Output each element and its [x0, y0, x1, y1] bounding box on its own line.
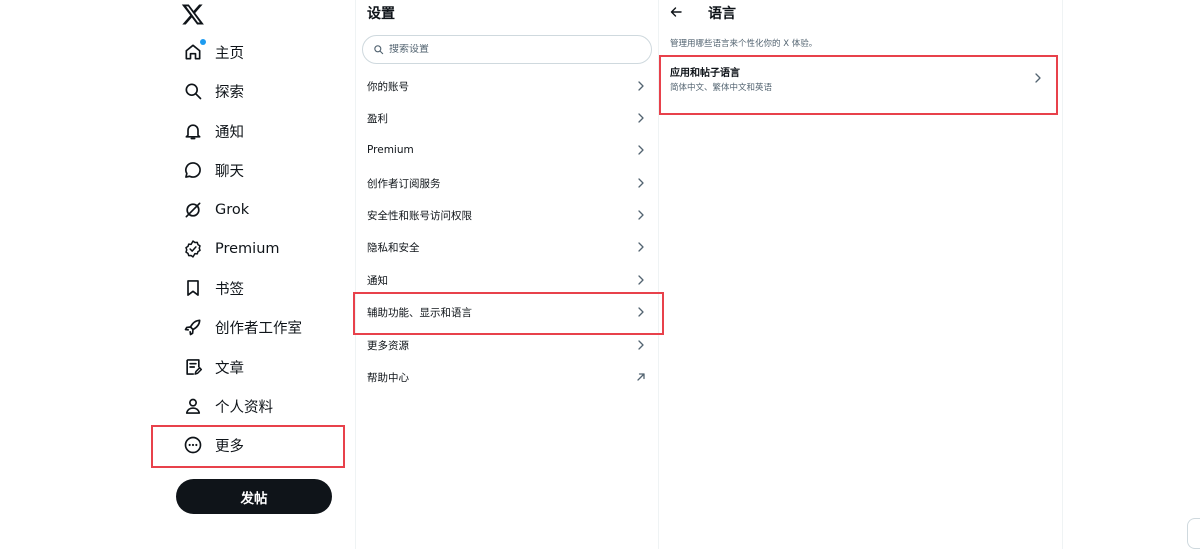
- left-navigation: 主页 探索 通知 聊天 Grok Premium 书签 创作者工作室 文章 个人…: [0, 0, 356, 549]
- settings-item-label: 你的账号: [367, 80, 409, 93]
- verified-badge-icon: [183, 239, 203, 259]
- chevron-right-icon: [636, 210, 646, 220]
- settings-search-box[interactable]: [362, 35, 652, 64]
- more-circle-icon: [183, 435, 203, 455]
- settings-item-label: 帮助中心: [367, 371, 409, 384]
- chevron-right-icon: [1033, 73, 1043, 83]
- settings-search-input[interactable]: [389, 44, 629, 55]
- nav-item-grok[interactable]: Grok: [183, 195, 249, 225]
- settings-item-label: 盈利: [367, 112, 388, 125]
- app-post-languages-title: 应用和帖子语言: [670, 67, 740, 79]
- x-logo-icon[interactable]: [181, 2, 205, 26]
- settings-item-premium[interactable]: Premium: [356, 134, 658, 166]
- chevron-right-icon: [636, 178, 646, 188]
- settings-item-your-account[interactable]: 你的账号: [356, 70, 658, 102]
- settings-item-label: 辅助功能、显示和语言: [367, 306, 472, 319]
- rocket-icon: [183, 317, 203, 337]
- external-link-arrow-icon: [636, 372, 646, 382]
- settings-item-label: 安全性和账号访问权限: [367, 209, 472, 222]
- settings-item-notifications[interactable]: 通知: [356, 264, 658, 296]
- bell-icon: [183, 121, 203, 141]
- nav-item-explore[interactable]: 探索: [183, 76, 244, 106]
- search-icon: [183, 81, 203, 101]
- arrow-left-icon: [670, 6, 682, 18]
- chevron-right-icon: [636, 242, 646, 252]
- nav-label-home: 主页: [215, 45, 244, 62]
- nav-item-chat[interactable]: 聊天: [183, 155, 244, 185]
- chevron-right-icon: [636, 307, 646, 317]
- chevron-right-icon: [636, 81, 646, 91]
- settings-panel: 设置 你的账号 盈利 Premium 创作者订阅服务 安全性和账号访问权限: [356, 0, 659, 549]
- app-post-languages-row[interactable]: 应用和帖子语言 简体中文、繁体中文和英语: [659, 58, 1057, 98]
- settings-item-label: 更多资源: [367, 339, 409, 352]
- settings-item-creator-subscriptions[interactable]: 创作者订阅服务: [356, 167, 658, 199]
- nav-item-notifications[interactable]: 通知: [183, 116, 244, 146]
- nav-label-notifications: 通知: [215, 124, 244, 141]
- chat-bubble-icon: [183, 160, 203, 180]
- nav-label-grok: Grok: [215, 202, 250, 218]
- settings-item-label: 创作者订阅服务: [367, 177, 441, 190]
- settings-item-label: 隐私和安全: [367, 241, 420, 254]
- chevron-right-icon: [636, 340, 646, 350]
- app-post-languages-text: 应用和帖子语言 简体中文、繁体中文和英语: [670, 64, 772, 93]
- settings-item-monetization[interactable]: 盈利: [356, 102, 658, 134]
- app-post-languages-subtitle: 简体中文、繁体中文和英语: [670, 82, 773, 93]
- settings-item-help-center[interactable]: 帮助中心: [356, 361, 658, 393]
- search-icon: [373, 44, 384, 55]
- side-tab-widget[interactable]: [1187, 518, 1200, 549]
- chevron-right-icon: [636, 275, 646, 285]
- nav-label-articles: 文章: [215, 360, 244, 377]
- home-icon: [183, 39, 206, 62]
- nav-item-home[interactable]: 主页: [183, 37, 244, 67]
- post-button[interactable]: 发帖: [176, 479, 332, 514]
- nav-item-profile[interactable]: 个人资料: [183, 391, 273, 421]
- settings-item-security-access[interactable]: 安全性和账号访问权限: [356, 199, 658, 231]
- settings-item-accessibility-display-languages[interactable]: 辅助功能、显示和语言: [356, 296, 658, 328]
- settings-item-label: Premium: [367, 144, 414, 156]
- nav-label-explore: 探索: [215, 84, 244, 101]
- nav-label-premium: Premium: [215, 241, 280, 257]
- settings-item-additional-resources[interactable]: 更多资源: [356, 329, 658, 361]
- bookmark-icon: [183, 278, 203, 298]
- article-icon: [183, 357, 203, 377]
- nav-item-creator-studio[interactable]: 创作者工作室: [183, 312, 302, 342]
- nav-label-bookmarks: 书签: [215, 281, 244, 298]
- grok-icon: [183, 200, 203, 220]
- nav-label-more: 更多: [215, 438, 244, 455]
- chevron-right-icon: [636, 113, 646, 123]
- nav-label-profile: 个人资料: [215, 399, 273, 416]
- language-title: 语言: [708, 6, 736, 22]
- settings-item-label: 通知: [367, 274, 388, 287]
- language-description: 管理用哪些语言来个性化你的 X 体验。: [670, 39, 818, 49]
- nav-item-articles[interactable]: 文章: [183, 352, 244, 382]
- nav-label-creator-studio: 创作者工作室: [215, 320, 302, 337]
- nav-item-premium[interactable]: Premium: [183, 234, 280, 264]
- nav-label-chat: 聊天: [215, 163, 244, 180]
- page: 主页 探索 通知 聊天 Grok Premium 书签 创作者工作室 文章 个人…: [0, 0, 1200, 549]
- language-panel: 语言 管理用哪些语言来个性化你的 X 体验。 应用和帖子语言 简体中文、繁体中文…: [659, 0, 1063, 549]
- chevron-right-icon: [636, 145, 646, 155]
- person-icon: [183, 396, 203, 416]
- nav-item-more[interactable]: 更多: [183, 430, 244, 460]
- nav-item-bookmarks[interactable]: 书签: [183, 273, 244, 303]
- settings-item-privacy-safety[interactable]: 隐私和安全: [356, 231, 658, 263]
- settings-title: 设置: [367, 6, 395, 22]
- notification-dot: [200, 39, 206, 45]
- back-button[interactable]: [669, 5, 683, 19]
